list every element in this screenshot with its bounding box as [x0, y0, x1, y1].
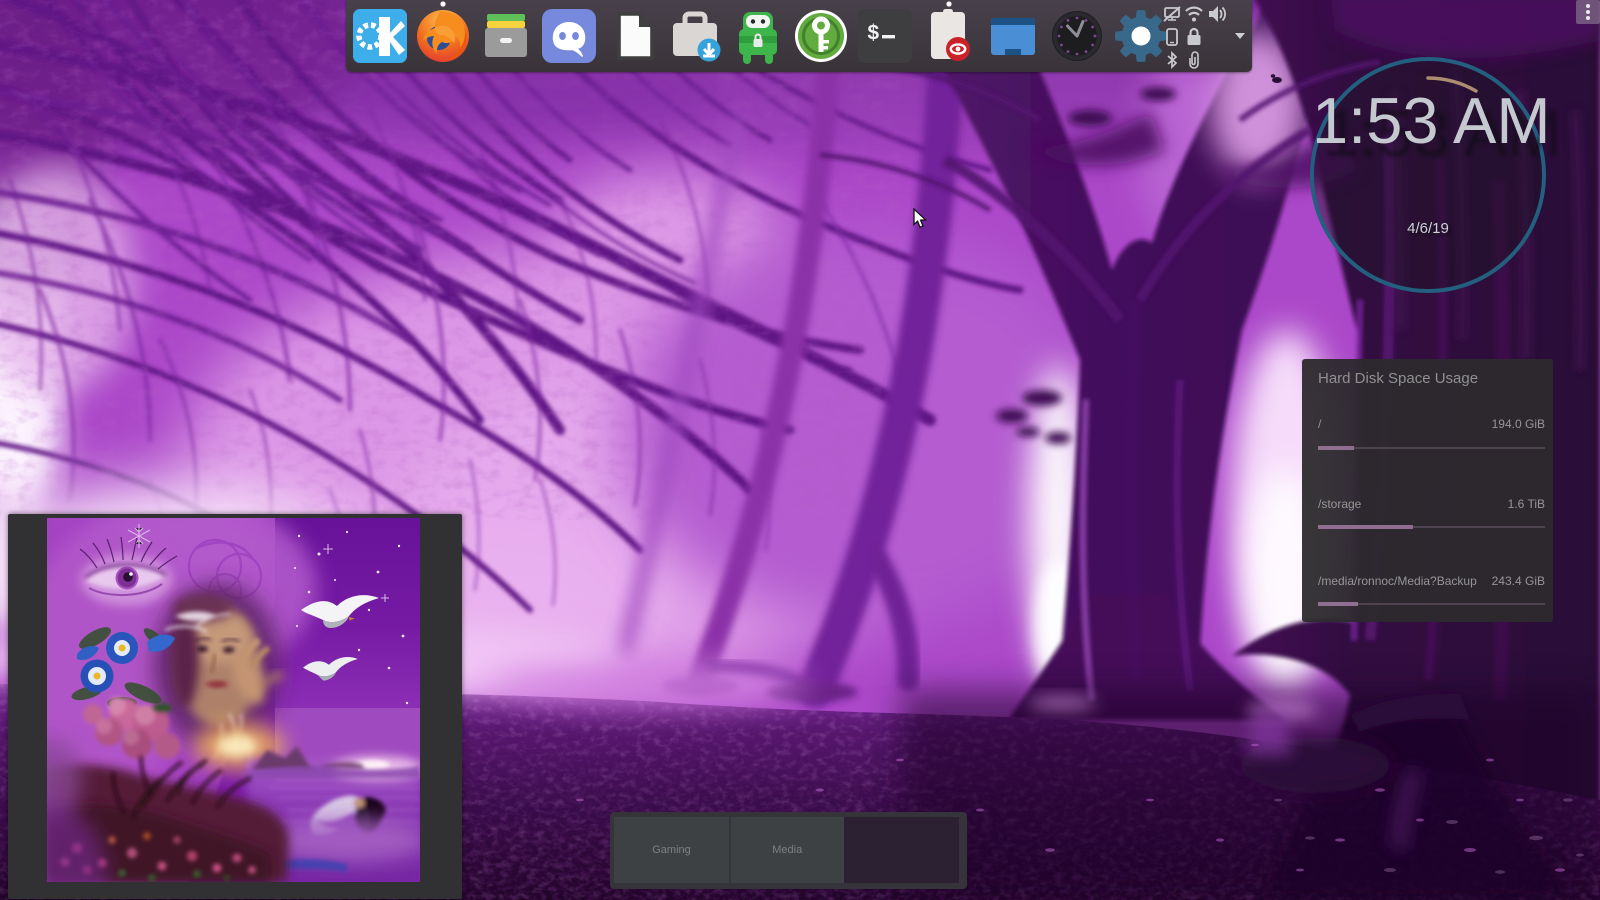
svg-text:$: $	[867, 23, 880, 46]
